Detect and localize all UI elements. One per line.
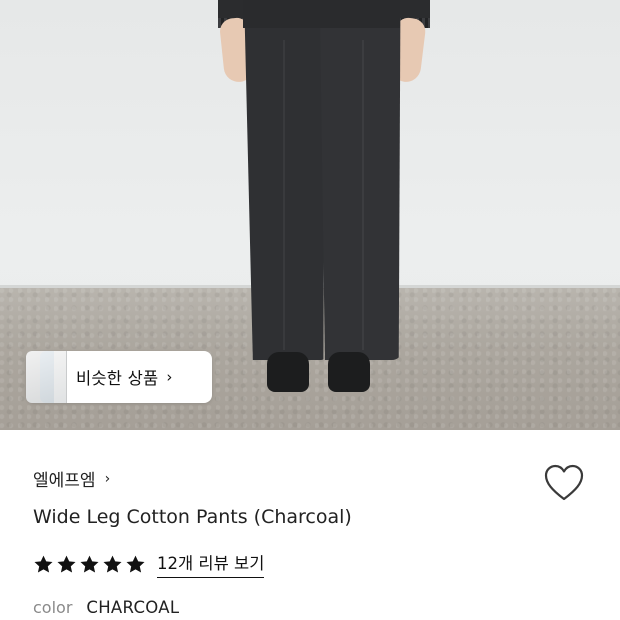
star-icon (57, 555, 76, 573)
star-icon (103, 555, 122, 573)
brand-link[interactable]: 엘에프엠 › (33, 466, 111, 492)
star-icon (126, 555, 145, 573)
rating-stars (33, 554, 148, 575)
product-title: Wide Leg Cotton Pants (Charcoal) (33, 506, 352, 528)
chevron-right-icon: › (166, 368, 173, 386)
similar-products-button[interactable]: 비슷한 상품 › (26, 351, 212, 403)
rating-row: 12개 리뷰 보기 (33, 550, 265, 578)
photo-pant-leg-right (320, 20, 401, 360)
photo-shoe-right (328, 352, 370, 392)
photo-crease (283, 40, 285, 350)
brand-name: 엘에프엠 (33, 471, 96, 491)
color-value: CHARCOAL (86, 598, 180, 617)
star-icon (34, 555, 53, 573)
similar-product-thumbnail (54, 351, 67, 403)
heart-outline-icon[interactable] (543, 463, 585, 503)
photo-waistband (243, 0, 400, 28)
similar-products-label: 비슷한 상품 (76, 369, 159, 388)
photo-shoe-left (267, 352, 309, 392)
chevron-right-icon: › (104, 470, 111, 487)
color-label: color (33, 598, 73, 617)
photo-crease (362, 40, 364, 350)
view-reviews-link[interactable]: 12개 리뷰 보기 (157, 550, 265, 578)
star-icon (80, 555, 99, 573)
product-image[interactable]: 비슷한 상품 › (0, 0, 620, 430)
color-row: color CHARCOAL (33, 598, 179, 617)
similar-products-thumbnails (26, 351, 67, 403)
